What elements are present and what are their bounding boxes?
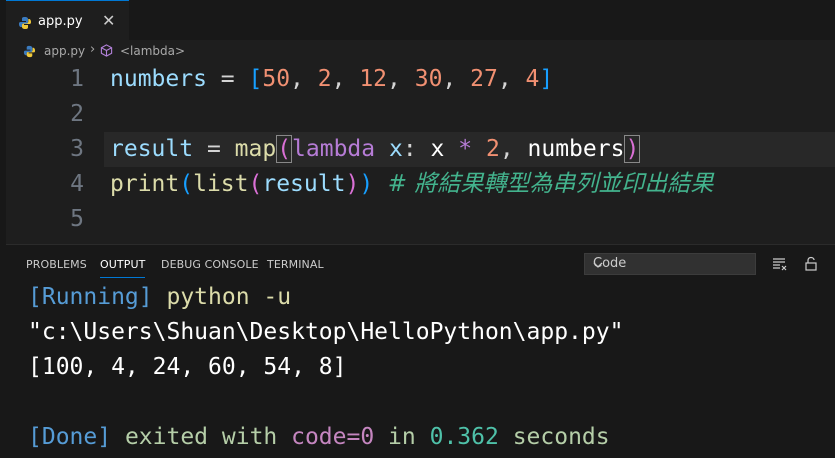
done-tag: [Done] bbox=[28, 424, 112, 450]
running-tag: [Running] bbox=[28, 284, 153, 310]
chevron-down-icon bbox=[593, 259, 749, 274]
token-function: map bbox=[234, 136, 277, 162]
token-variable: numbers bbox=[110, 66, 207, 92]
breadcrumb: app.py › <lambda> bbox=[6, 40, 835, 62]
token-variable: result bbox=[110, 136, 194, 162]
line-number: 1 bbox=[70, 66, 84, 92]
line-number: 2 bbox=[70, 101, 84, 127]
seconds-word: seconds bbox=[498, 424, 610, 450]
python-file-icon bbox=[18, 15, 32, 34]
output-line-running: [Running] python -u bbox=[28, 280, 291, 315]
token-parameter: x bbox=[375, 136, 403, 162]
token-comma: , bbox=[331, 66, 360, 92]
tab-output[interactable]: OUTPUT bbox=[100, 258, 146, 278]
breadcrumb-separator: › bbox=[90, 42, 96, 57]
output-line-path: "c:\Users\Shuan\Desktop\HelloPython\app.… bbox=[28, 319, 624, 345]
token-number: 50 bbox=[262, 66, 291, 92]
token-comma: , bbox=[290, 66, 318, 92]
token-comma: , bbox=[442, 66, 471, 92]
token-number: 27 bbox=[470, 66, 498, 92]
token-bracket: [ bbox=[248, 66, 263, 92]
token-colon: : bbox=[402, 136, 431, 162]
tab-problems[interactable]: PROBLEMS bbox=[26, 258, 87, 271]
token-number: 30 bbox=[414, 66, 443, 92]
lambda-symbol-icon bbox=[100, 44, 113, 60]
code-line-4[interactable]: print(list(result)) # 將結果轉型為串列並印出結果 bbox=[110, 167, 713, 202]
token-identifier: numbers bbox=[527, 136, 625, 162]
token-comma: , bbox=[499, 136, 528, 162]
token-comma: , bbox=[387, 66, 415, 92]
token-function: list bbox=[193, 171, 249, 197]
token-paren: ) bbox=[359, 171, 374, 197]
python-file-icon bbox=[23, 45, 36, 61]
duration-value: 0.362 bbox=[429, 424, 499, 450]
breadcrumb-symbol[interactable]: <lambda> bbox=[120, 44, 185, 58]
exited-text: exited with bbox=[111, 424, 292, 450]
token-paren: ( bbox=[179, 171, 194, 197]
code-line-3[interactable]: result = map(lambda x: x * 2, numbers) bbox=[110, 132, 641, 167]
lock-scroll-icon[interactable] bbox=[803, 256, 819, 276]
tab-app-py[interactable]: app.py ✕ bbox=[6, 0, 129, 40]
token-comma: , bbox=[497, 66, 526, 92]
token-number: 2 bbox=[317, 66, 332, 92]
token-number: 12 bbox=[359, 66, 388, 92]
token-paren-match: ( bbox=[276, 135, 293, 163]
token-number: 2 bbox=[485, 136, 500, 162]
output-channel-select[interactable]: Code bbox=[584, 253, 756, 275]
tab-debug-console[interactable]: DEBUG CONSOLE bbox=[161, 258, 259, 271]
token-keyword: lambda bbox=[292, 136, 376, 162]
exit-code: code=0 bbox=[291, 424, 375, 450]
editor-tab-bar: app.py ✕ bbox=[6, 0, 835, 40]
token-paren-match: ) bbox=[624, 135, 641, 163]
tab-terminal[interactable]: TERMINAL bbox=[267, 258, 324, 271]
token-identifier: x bbox=[430, 136, 445, 162]
token-function: print bbox=[110, 171, 180, 197]
token-operator: * bbox=[444, 136, 486, 162]
clear-output-icon[interactable] bbox=[771, 256, 787, 276]
token-operator: = bbox=[193, 136, 235, 162]
token-operator: = bbox=[206, 66, 249, 92]
tab-filename: app.py bbox=[38, 14, 83, 29]
token-bracket: ] bbox=[539, 66, 554, 92]
line-number: 5 bbox=[70, 206, 84, 232]
breadcrumb-file[interactable]: app.py bbox=[44, 44, 85, 58]
code-editor[interactable]: 1 2 3 4 5 numbers = [50, 2, 12, 30, 27, … bbox=[6, 62, 835, 244]
output-line-done: [Done] exited with code=0 in 0.362 secon… bbox=[28, 420, 610, 455]
close-icon[interactable]: ✕ bbox=[102, 11, 115, 30]
token-paren: ( bbox=[248, 171, 263, 197]
code-line-1[interactable]: numbers = [50, 2, 12, 30, 27, 4] bbox=[110, 62, 553, 97]
in-word: in bbox=[374, 424, 430, 450]
run-command: python -u bbox=[152, 284, 292, 310]
bottom-panel: PROBLEMS OUTPUT DEBUG CONSOLE TERMINAL C… bbox=[6, 245, 835, 458]
token-number: 4 bbox=[525, 66, 540, 92]
token-paren: ) bbox=[345, 171, 360, 197]
token-variable: result bbox=[262, 171, 346, 197]
token-comment: # 將結果轉型為串列並印出結果 bbox=[373, 171, 714, 197]
line-number: 4 bbox=[70, 171, 84, 197]
line-number: 3 bbox=[70, 136, 84, 162]
output-line-result: [100, 4, 24, 60, 54, 8] bbox=[28, 354, 347, 380]
